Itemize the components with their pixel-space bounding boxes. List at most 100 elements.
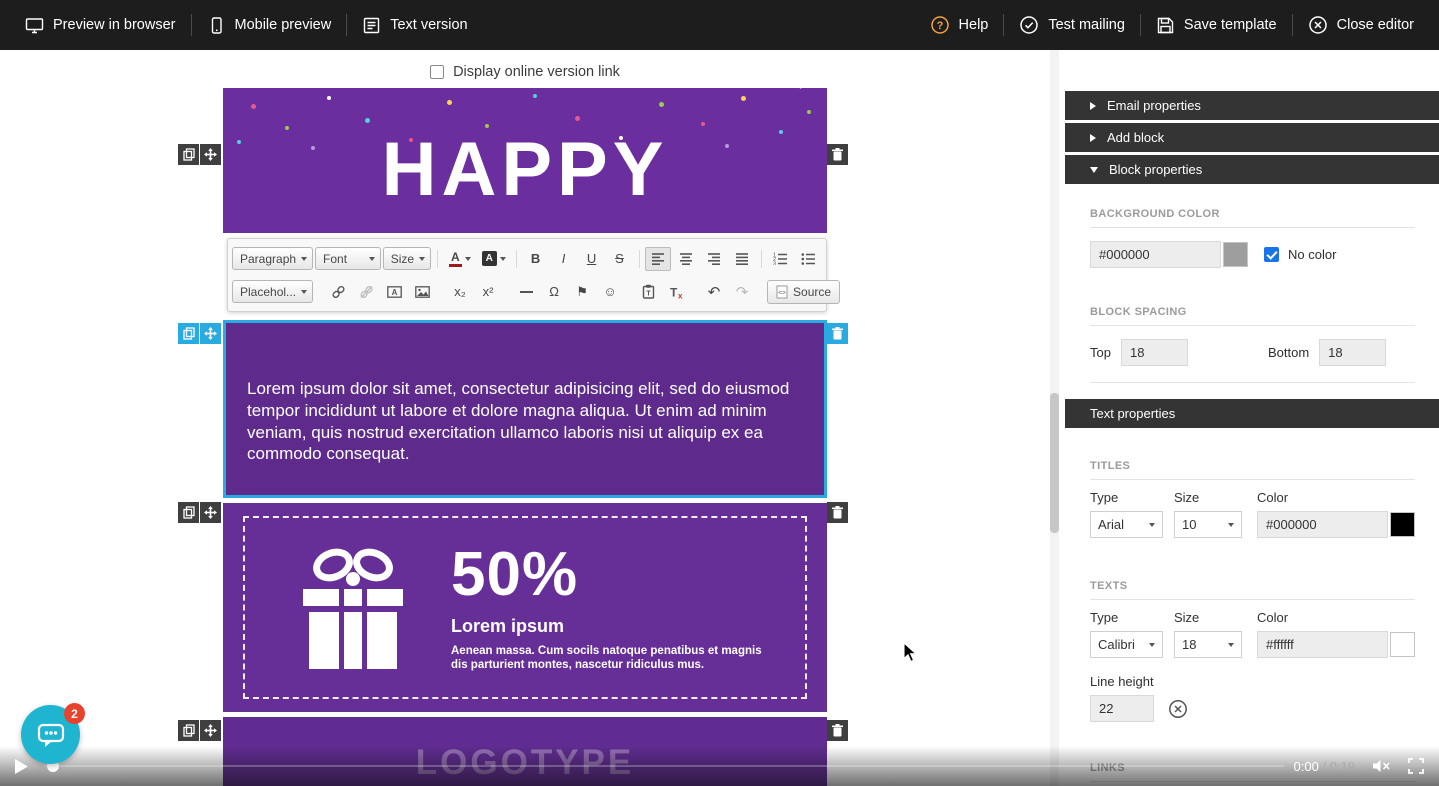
email-promo-block[interactable]: 50% Lorem ipsum Aenean massa. Cum socils… <box>223 503 827 712</box>
spacing-top-input[interactable] <box>1121 339 1188 366</box>
mute-button[interactable] <box>1371 758 1391 774</box>
no-color-checkbox[interactable] <box>1264 247 1279 262</box>
texts-size-select[interactable]: 18 <box>1174 631 1242 658</box>
move-block-button[interactable] <box>200 144 221 165</box>
copy-block-button[interactable] <box>178 502 199 523</box>
subscript-button[interactable]: x₂ <box>447 280 473 304</box>
copy-block-button[interactable] <box>178 720 199 741</box>
bulleted-list-button[interactable] <box>796 247 822 271</box>
save-template-label: Save template <box>1184 17 1277 33</box>
move-block-button[interactable] <box>200 502 221 523</box>
background-color-input[interactable] <box>1090 241 1221 268</box>
text-version-button[interactable]: Text version <box>347 0 482 50</box>
email-paragraph[interactable]: Lorem ipsum dolor sit amet, consectetur … <box>247 378 809 465</box>
horizontal-rule-button[interactable] <box>513 280 539 304</box>
video-progress-track[interactable] <box>44 765 1284 767</box>
line-height-input[interactable] <box>1090 695 1154 722</box>
link-icon <box>331 285 346 299</box>
titles-size-select[interactable]: 10 <box>1174 511 1242 538</box>
font-size-dropdown[interactable]: Size <box>383 247 431 270</box>
move-icon <box>204 148 217 161</box>
copy-block-button[interactable] <box>178 144 199 165</box>
confetti-dot <box>659 102 664 107</box>
source-button[interactable]: <> Source <box>767 280 840 304</box>
close-editor-label: Close editor <box>1337 17 1414 33</box>
link-button[interactable] <box>325 280 351 304</box>
background-color-swatch[interactable] <box>1223 242 1248 267</box>
promo-title: Lorem ipsum <box>451 616 781 637</box>
delete-block-button[interactable] <box>827 502 848 523</box>
preview-in-browser-button[interactable]: Preview in browser <box>10 0 191 50</box>
save-template-button[interactable]: Save template <box>1141 0 1292 50</box>
bold-button[interactable]: B <box>523 247 549 271</box>
move-icon <box>204 506 217 519</box>
confetti-dot <box>619 136 623 140</box>
placeholder-dropdown[interactable]: Placehol... <box>232 280 313 303</box>
align-center-button[interactable] <box>673 247 699 271</box>
email-header-block[interactable]: HAPPY <box>223 88 827 233</box>
paste-text-button[interactable]: T <box>635 280 661 304</box>
email-text-block-selected[interactable]: Lorem ipsum dolor sit amet, consectetur … <box>223 320 827 498</box>
undo-button[interactable]: ↶ <box>701 280 727 304</box>
mobile-preview-button[interactable]: Mobile preview <box>192 0 347 50</box>
titles-label: TITLES <box>1090 460 1415 480</box>
texts-controls: Calibri 18 <box>1090 631 1415 658</box>
help-button[interactable]: ? Help <box>915 0 1004 50</box>
texts-font-select[interactable]: Calibri <box>1090 631 1163 658</box>
italic-button[interactable]: I <box>551 247 577 271</box>
image-placeholder-button[interactable]: A <box>381 280 407 304</box>
strikethrough-button[interactable]: S <box>607 247 633 271</box>
delete-block-button[interactable] <box>827 144 848 165</box>
chat-unread-badge[interactable]: 2 <box>64 703 85 724</box>
titles-font-select[interactable]: Arial <box>1090 511 1163 538</box>
move-block-button[interactable] <box>200 323 221 344</box>
gift-icon <box>297 539 409 676</box>
superscript-button[interactable]: x² <box>475 280 501 304</box>
insert-image-button[interactable] <box>409 280 435 304</box>
align-right-button[interactable] <box>701 247 727 271</box>
check-circle-icon <box>1019 15 1039 35</box>
spacing-bottom-input[interactable] <box>1319 339 1386 366</box>
fullscreen-button[interactable] <box>1407 757 1425 775</box>
scrollbar-thumb[interactable] <box>1050 393 1059 533</box>
underline-button[interactable]: U <box>579 247 605 271</box>
font-dropdown[interactable]: Font <box>315 247 381 270</box>
close-editor-button[interactable]: Close editor <box>1293 0 1429 50</box>
text-color-button[interactable]: A <box>444 247 476 271</box>
accordion-email-properties[interactable]: Email properties <box>1065 91 1439 120</box>
accordion-block-properties[interactable]: Block properties <box>1065 155 1439 184</box>
divider <box>761 250 762 268</box>
texts-color-input[interactable] <box>1257 631 1388 658</box>
special-character-button[interactable]: Ω <box>541 280 567 304</box>
svg-text:A: A <box>391 288 397 297</box>
accordion-add-block[interactable]: Add block <box>1065 123 1439 152</box>
copy-block-button[interactable] <box>178 323 199 344</box>
unlink-button[interactable] <box>353 280 379 304</box>
clear-line-height-button[interactable] <box>1168 699 1188 719</box>
chevron-right-icon <box>1090 102 1096 110</box>
delete-block-button[interactable] <box>827 323 848 344</box>
play-button[interactable] <box>14 758 29 775</box>
texts-color-swatch[interactable] <box>1390 632 1415 657</box>
align-left-button[interactable] <box>645 247 671 271</box>
text-properties-header[interactable]: Text properties <box>1065 399 1439 428</box>
source-code-icon: <> <box>776 285 788 299</box>
video-time: 0:00 / 0:19 <box>1294 759 1356 774</box>
delete-block-button[interactable] <box>827 720 848 741</box>
move-block-button[interactable] <box>200 720 221 741</box>
color-label: Color <box>1257 610 1288 625</box>
test-mailing-button[interactable]: Test mailing <box>1004 0 1140 50</box>
paragraph-format-dropdown[interactable]: Paragraph <box>232 247 313 270</box>
background-color-button[interactable]: A <box>478 247 510 271</box>
display-online-version-checkbox[interactable] <box>430 65 444 79</box>
align-justify-button[interactable] <box>729 247 755 271</box>
numbered-list-button[interactable]: 123 <box>768 247 794 271</box>
flag-button[interactable]: ⚑ <box>569 280 595 304</box>
rich-text-toolbar: Paragraph Font Size A A B I U S <box>227 238 827 312</box>
titles-color-input[interactable] <box>1257 511 1388 538</box>
redo-button[interactable]: ↷ <box>729 280 755 304</box>
topbar-right-group: ? Help Test mailing Save template <box>915 0 1429 50</box>
emoji-button[interactable]: ☺ <box>597 280 623 304</box>
remove-format-button[interactable]: Tx <box>663 280 689 304</box>
titles-color-swatch[interactable] <box>1390 512 1415 537</box>
